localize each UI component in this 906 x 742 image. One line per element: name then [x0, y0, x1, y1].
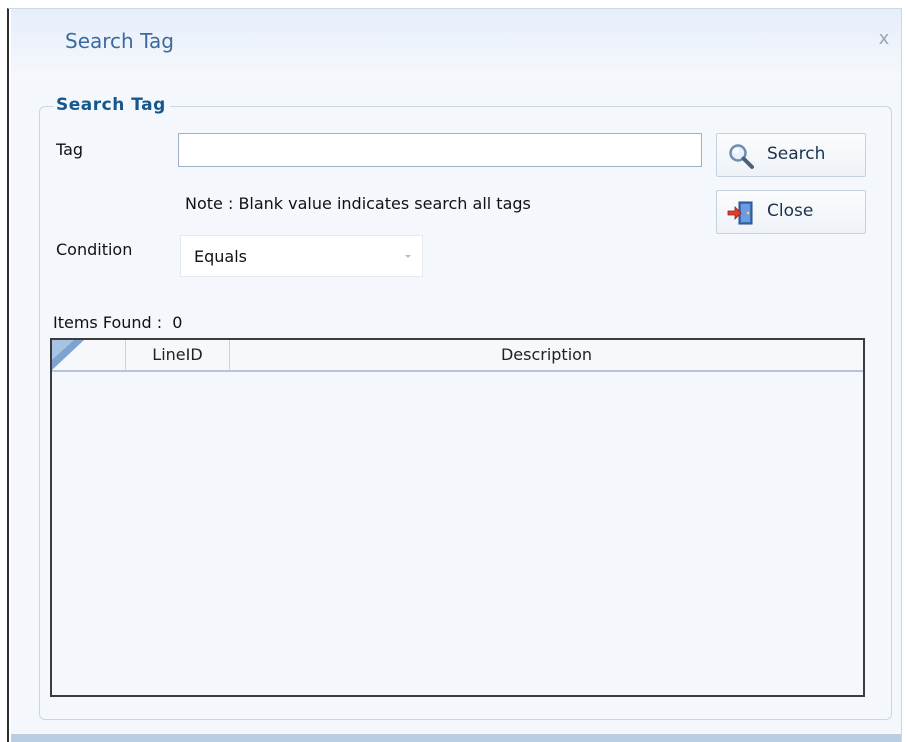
dialog-bottom-border — [11, 734, 901, 742]
column-header-description[interactable]: Description — [230, 340, 863, 370]
magnifier-icon — [729, 144, 754, 169]
search-button-label: Search — [767, 144, 826, 164]
grid-row-header-column — [84, 340, 126, 370]
chevron-down-icon[interactable] — [400, 248, 416, 264]
close-button[interactable]: Close — [716, 190, 866, 234]
close-icon[interactable]: x — [873, 28, 895, 50]
items-found-text: Items Found : — [53, 313, 163, 332]
dialog-titlebar[interactable]: Search Tag x — [11, 9, 901, 79]
grid-header: LineID Description — [52, 340, 863, 372]
condition-selected-value: Equals — [194, 247, 247, 266]
note-text: Note : Blank value indicates search all … — [185, 194, 531, 213]
column-header-lineid[interactable]: LineID — [126, 340, 230, 370]
dialog-title: Search Tag — [65, 29, 174, 53]
exit-door-icon — [727, 201, 753, 225]
condition-select[interactable]: Equals — [180, 235, 423, 277]
items-found-count: 0 — [172, 313, 183, 332]
select-all-corner-icon[interactable] — [52, 340, 84, 370]
close-button-label: Close — [767, 201, 814, 221]
tag-input[interactable] — [178, 133, 702, 167]
tag-label: Tag — [56, 140, 84, 159]
search-button[interactable]: Search — [716, 133, 866, 177]
condition-label: Condition — [56, 240, 133, 259]
group-legend: Search Tag — [54, 95, 170, 115]
items-found-label: Items Found : 0 — [53, 313, 182, 332]
results-grid[interactable]: LineID Description — [50, 338, 865, 697]
